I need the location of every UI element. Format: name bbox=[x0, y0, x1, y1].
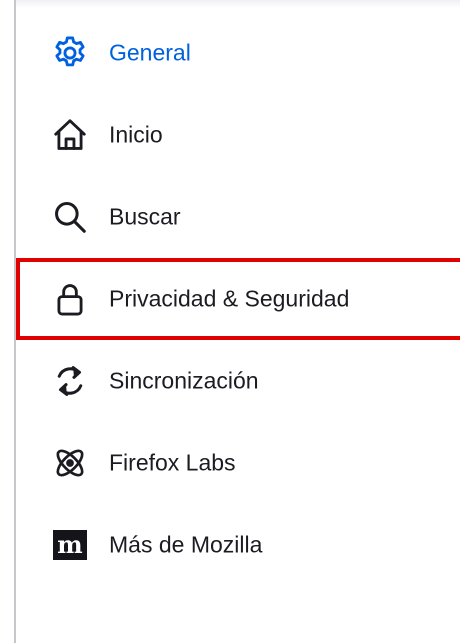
sync-icon bbox=[50, 361, 90, 401]
mozilla-logo-text: m bbox=[53, 530, 87, 560]
sidebar-item-label: Privacidad & Seguridad bbox=[109, 285, 350, 312]
home-icon bbox=[50, 115, 90, 155]
sidebar-item-label: Inicio bbox=[109, 121, 163, 148]
sidebar-item-label: General bbox=[109, 39, 191, 66]
atom-icon bbox=[50, 443, 90, 483]
sidebar-item-firefox-labs[interactable]: Firefox Labs bbox=[16, 422, 460, 504]
sidebar-item-label: Buscar bbox=[109, 203, 181, 230]
sidebar-item-home[interactable]: Inicio bbox=[16, 94, 460, 176]
sidebar-item-label: Sincronización bbox=[109, 367, 259, 394]
sidebar-item-general[interactable]: General bbox=[16, 12, 460, 94]
mozilla-icon: m bbox=[50, 525, 90, 565]
lock-icon bbox=[50, 279, 90, 319]
sidebar-item-more-from-mozilla[interactable]: m Más de Mozilla bbox=[16, 504, 460, 586]
sidebar-item-label: Más de Mozilla bbox=[109, 531, 263, 558]
gear-icon bbox=[50, 33, 90, 73]
settings-sidebar: General Inicio Buscar Privacidad & Segur… bbox=[16, 12, 460, 632]
sidebar-item-privacy-security[interactable]: Privacidad & Seguridad bbox=[16, 258, 460, 340]
panel-top-edge bbox=[14, 0, 460, 8]
sidebar-item-sync[interactable]: Sincronización bbox=[16, 340, 460, 422]
search-icon bbox=[50, 197, 90, 237]
sidebar-item-label: Firefox Labs bbox=[109, 449, 236, 476]
sidebar-item-search[interactable]: Buscar bbox=[16, 176, 460, 258]
